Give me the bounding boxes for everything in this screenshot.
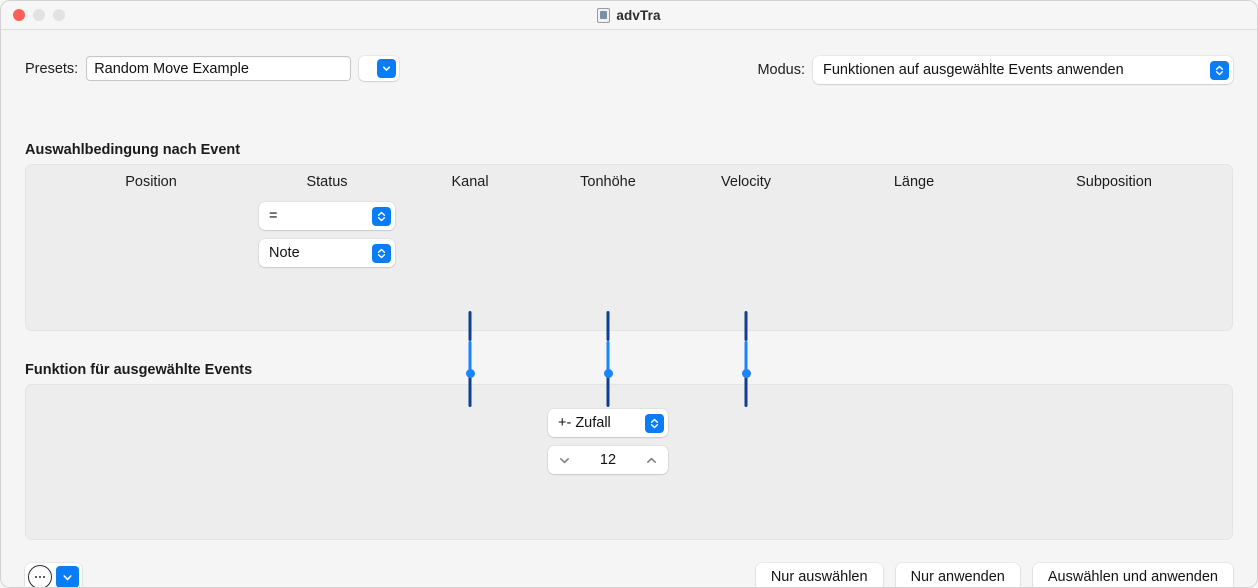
footer-buttons: Nur auswählen Nur anwenden Auswählen und… [755,563,1233,587]
ellipsis-circle-icon[interactable] [28,565,52,587]
title-container: advTra [1,1,1257,29]
presets-pulldown-button[interactable] [359,56,400,81]
status-operator-popup[interactable]: = [259,202,395,230]
tonhoehe-slider[interactable] [601,311,615,407]
slider-track-lower [744,373,748,407]
modus-label: Modus: [757,62,805,78]
presets-label: Presets: [25,60,79,77]
velocity-slider[interactable] [739,311,753,407]
minimize-button[interactable] [33,9,45,21]
zoom-button[interactable] [53,9,65,21]
chevron-up-down-icon [372,243,391,263]
chevron-up-down-icon [1210,60,1229,80]
select-and-apply-button[interactable]: Auswählen und anwenden [1032,563,1233,587]
select-only-button[interactable]: Nur auswählen [755,563,883,587]
kanal-slider[interactable] [463,311,477,407]
traffic-lights [1,9,65,21]
status-operator-value: = [269,208,278,224]
close-button[interactable] [13,9,25,21]
function-section-title: Funktion für ausgewählte Events [25,362,253,378]
function-operation-popup[interactable]: +- Zufall [548,409,668,437]
chevron-down-icon[interactable] [56,566,79,587]
chevron-down-icon [377,59,397,78]
title-bar: advTra [1,1,1257,30]
status-type-value: Note [269,245,300,261]
column-header-position: Position [125,174,177,190]
modus-value: Funktionen auf ausgewählte Events anwend… [823,62,1124,78]
slider-track-upper [606,311,610,341]
slider-track-lower [606,373,610,407]
slider-track-lower [468,373,472,407]
column-header-status: Status [306,174,348,190]
column-header-subposition: Subposition [1076,174,1152,190]
column-header-velocity: Velocity [721,174,771,190]
chevron-down-icon[interactable] [557,453,572,468]
chevron-up-down-icon [645,413,664,433]
status-type-popup[interactable]: Note [259,239,395,267]
presets-input[interactable]: Random Move Example [86,56,352,81]
function-operation-value: +- Zufall [558,415,611,431]
column-header-kanal: Kanal [451,174,489,190]
app-window: advTra Presets: Random Move Example Modu… [0,0,1258,588]
slider-knob[interactable] [603,368,613,378]
apply-only-button[interactable]: Nur anwenden [895,563,1020,587]
slider-knob[interactable] [741,368,751,378]
document-icon [597,7,611,23]
chevron-up-icon[interactable] [644,453,659,468]
function-amount-value: 12 [599,452,617,468]
modus-row: Modus: Funktionen auf ausgewählte Events… [757,56,1233,84]
column-header-tonhoehe: Tonhöhe [580,174,636,190]
more-actions-group[interactable] [25,563,82,587]
slider-track-upper [744,311,748,341]
function-amount-stepper[interactable]: 12 [548,446,668,474]
column-header-laenge: Länge [893,174,935,190]
presets-row: Presets: Random Move Example [25,56,400,81]
slider-knob[interactable] [465,368,475,378]
modus-popup-button[interactable]: Funktionen auf ausgewählte Events anwend… [813,56,1233,84]
chevron-up-down-icon [372,206,391,226]
selection-section-title: Auswahlbedingung nach Event [25,142,241,158]
slider-track-upper [468,311,472,341]
window-title: advTra [616,7,661,23]
window-content: Presets: Random Move Example Modus: Funk… [1,30,1257,587]
